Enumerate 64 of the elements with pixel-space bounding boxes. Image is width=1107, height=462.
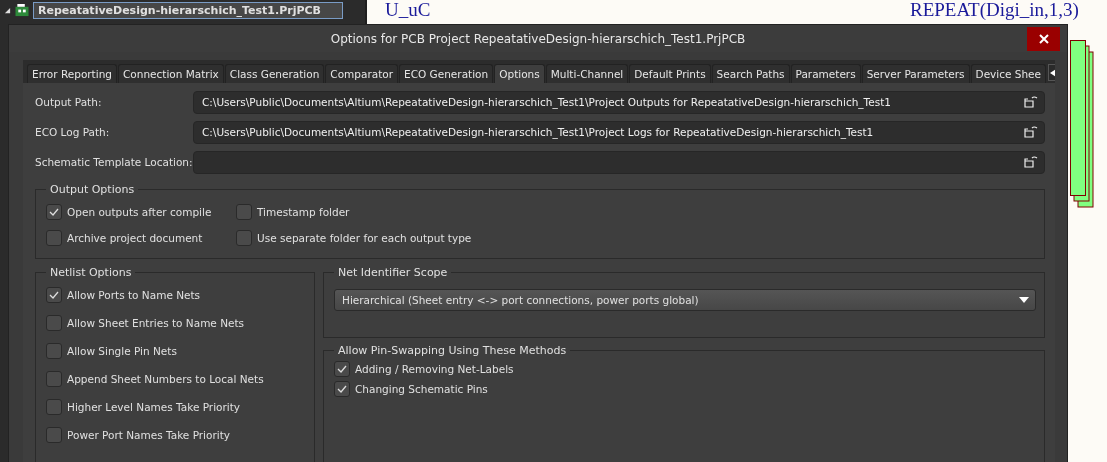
checkbox-label: Allow Single Pin Nets (67, 345, 177, 357)
checkbox[interactable] (46, 371, 62, 387)
field-label: Output Path: (35, 96, 103, 108)
checkbox-label: Open outputs after compile (67, 206, 212, 218)
checkbox[interactable] (46, 287, 62, 303)
tab[interactable]: Default Prints (629, 64, 711, 83)
checkbox-label: Power Port Names Take Priority (67, 429, 230, 441)
path-field[interactable] (193, 150, 1045, 174)
close-icon (1038, 34, 1049, 44)
field-label: ECO Log Path: (35, 126, 111, 138)
tab[interactable]: Search Paths (711, 64, 790, 83)
tab[interactable]: Error Reporting (27, 64, 117, 83)
check-icon (49, 291, 59, 299)
checkbox[interactable] (334, 361, 350, 377)
tree-item[interactable]: RepeatativeDesign-hierarschich_Test1.PrjPCB (33, 2, 343, 19)
checkbox[interactable] (46, 204, 62, 220)
checkbox[interactable] (236, 204, 252, 220)
tab[interactable]: Class Generation (224, 64, 325, 83)
project-icon (14, 4, 30, 17)
dropdown-arrow-icon (1019, 297, 1029, 303)
tab[interactable]: Server Parameters (861, 64, 970, 83)
checkbox-label: Changing Schematic Pins (355, 383, 488, 395)
group-title: Allow Pin-Swapping Using These Methods (337, 344, 568, 357)
check-icon (337, 365, 347, 373)
checkbox-label: Allow Ports to Name Nets (67, 289, 201, 301)
tab[interactable]: Connection Matrix (118, 64, 224, 83)
folder-icon[interactable] (1024, 156, 1038, 168)
checkbox-label: Allow Sheet Entries to Name Nets (67, 317, 245, 329)
group-title: Net Identifier Scope (337, 266, 449, 279)
checkbox[interactable] (236, 230, 252, 246)
tab[interactable]: Device Shee (970, 64, 1047, 83)
scope-dropdown[interactable]: Hierarchical (Sheet entry <-> port connections, power ports global) (334, 289, 1036, 311)
check-icon (337, 385, 347, 393)
path-field[interactable]: C:\Users\Public\Documents\Altium\RepeatativeDesign-hierarschich_Test1\Project Outputs for RepeatativeDesign-hierarschich_Test1 (193, 90, 1045, 114)
path-field[interactable]: C:\Users\Public\Documents\Altium\RepeatativeDesign-hierarschich_Test1\Project Logs for RepeatativeDesign-hierarschich_Test1 (193, 120, 1045, 144)
tab[interactable]: Comparator (325, 64, 399, 83)
scroll-left-button[interactable] (1048, 64, 1055, 81)
checkbox-label: Timestamp folder (257, 206, 350, 218)
checkbox[interactable] (46, 315, 62, 331)
checkbox-label: Append Sheet Numbers to Local Nets (67, 373, 264, 385)
tab[interactable]: Options (494, 64, 545, 83)
tab[interactable]: ECO Generation (399, 64, 494, 83)
dialog-title: Options for PCB Project RepeatativeDesign-hierarschich_Test1.PrjPCB (330, 31, 746, 46)
schematic-label: U_uC (385, 0, 431, 21)
folder-icon[interactable] (1024, 96, 1038, 108)
expand-arrow-icon[interactable] (4, 7, 11, 14)
checkbox[interactable] (334, 381, 350, 397)
tab[interactable]: Multi-Channel (545, 64, 629, 83)
checkbox-label: Archive project document (67, 232, 203, 244)
tab[interactable]: Parameters (790, 64, 861, 83)
group-title: Netlist Options (49, 266, 133, 279)
group-title: Output Options (49, 183, 136, 196)
check-icon (49, 208, 59, 216)
checkbox[interactable] (46, 230, 62, 246)
checkbox[interactable] (46, 399, 62, 415)
checkbox-label: Use separate folder for each output type (257, 232, 472, 244)
checkbox[interactable] (46, 427, 62, 443)
close-button[interactable] (1027, 27, 1060, 51)
schematic-label: REPEAT(Digi_in,1,3) (910, 0, 1079, 21)
checkbox[interactable] (46, 343, 62, 359)
checkbox-label: Higher Level Names Take Priority (67, 401, 241, 413)
folder-icon[interactable] (1024, 126, 1038, 138)
checkbox-label: Adding / Removing Net-Labels (355, 363, 514, 375)
field-label: Schematic Template Location: (35, 156, 193, 168)
